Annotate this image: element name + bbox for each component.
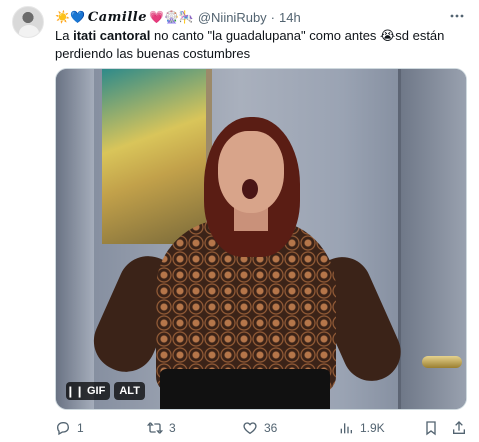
reply-icon [56, 422, 70, 436]
avatar[interactable] [12, 6, 44, 38]
separator-dot: · [270, 9, 276, 25]
retweet-count: 3 [169, 421, 176, 435]
retweet-button[interactable]: 3 [147, 420, 176, 436]
display-name[interactable]: Camille [88, 10, 147, 25]
name-suffix-emojis: 💗🎡🎠 [149, 10, 194, 24]
heart-icon [243, 422, 257, 435]
like-count: 36 [264, 421, 278, 435]
timestamp[interactable]: 14h [279, 10, 301, 25]
media-figure-face [218, 131, 284, 213]
name-prefix-emojis: ☀️💙 [55, 10, 85, 24]
retweet-icon [147, 422, 163, 434]
views-icon [340, 423, 352, 434]
alt-badge[interactable]: ALT [114, 382, 145, 400]
share-icon [453, 421, 465, 434]
tweet-header: ☀️💙 Camille 💗🎡🎠 @NiiniRuby · 14h [55, 8, 301, 26]
tweet-text-bold: itati cantoral [73, 28, 151, 43]
reply-button[interactable]: 1 [55, 420, 84, 436]
user-handle[interactable]: @NiiniRuby [198, 10, 267, 25]
bookmark-icon [426, 421, 436, 436]
tweet-text: La itati cantoral no canto "la guadalupa… [55, 27, 460, 63]
reply-count: 1 [77, 421, 84, 435]
gif-media[interactable]: ❙❙ GIF ALT [55, 68, 467, 410]
bookmark-button[interactable] [423, 420, 439, 436]
share-button[interactable] [451, 420, 467, 436]
views-button[interactable]: 1.9K [338, 420, 385, 436]
crying-emoji: 😭 [380, 28, 396, 43]
media-door-knob [422, 356, 462, 368]
pause-icon[interactable]: ❙❙ [66, 382, 84, 400]
media-figure-mouth [242, 179, 258, 199]
media-doorframe [56, 69, 94, 409]
media-painting [102, 69, 212, 244]
media-badges: ❙❙ GIF ALT [66, 382, 145, 400]
action-bar: 1 3 36 1.9K [55, 420, 467, 436]
tweet[interactable]: ☀️💙 Camille 💗🎡🎠 @NiiniRuby · 14h La itat… [0, 0, 479, 442]
views-count: 1.9K [360, 421, 385, 435]
tweet-text-part: no canto "la guadalupana" como antes [150, 28, 381, 43]
tweet-text-part: La [55, 28, 74, 43]
like-button[interactable]: 36 [242, 420, 277, 436]
more-icon[interactable] [449, 8, 465, 24]
gif-badge: GIF [84, 382, 111, 400]
media-figure-skirt [160, 369, 330, 409]
